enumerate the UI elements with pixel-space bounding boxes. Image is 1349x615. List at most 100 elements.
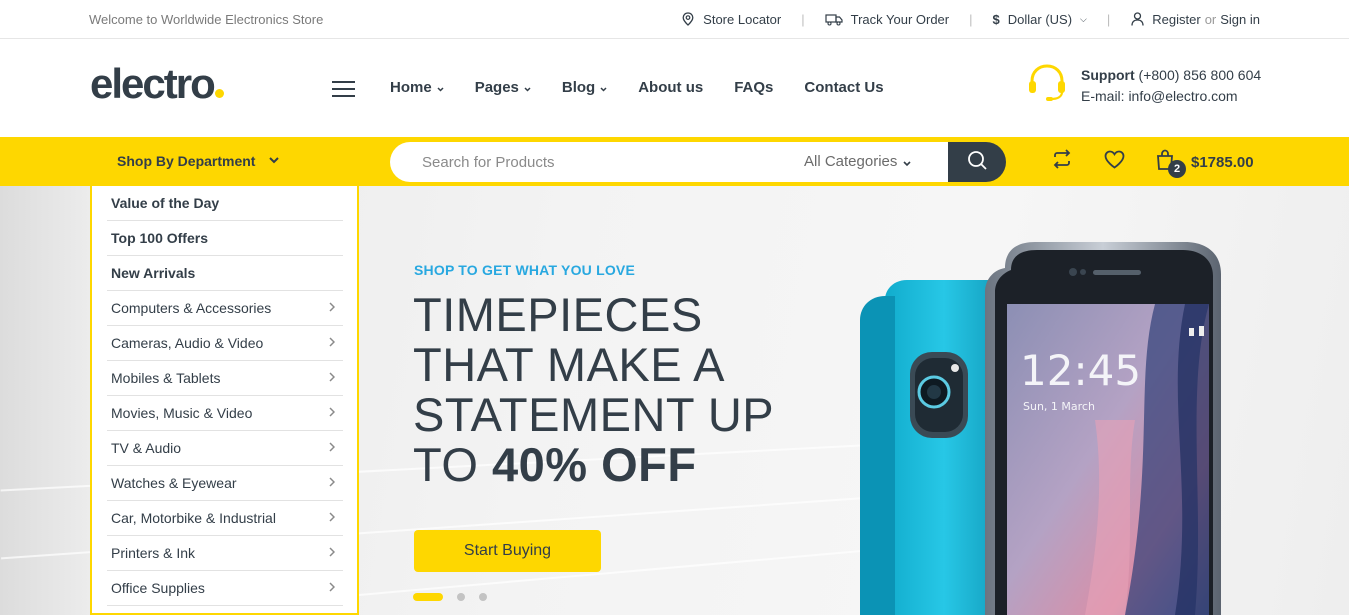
hero-background-wall (0, 186, 90, 615)
currency-dropdown[interactable]: $ Dollar (US) ⌵ (993, 12, 1087, 27)
nav-label: FAQs (734, 79, 774, 96)
chevron-down-icon (269, 156, 280, 167)
logo[interactable]: electro (90, 63, 224, 105)
sidebar-item-label: Value of the Day (111, 195, 220, 211)
main-nav: Home Pages Blog About us FAQs Contact Us (390, 79, 915, 96)
hero-kicker: SHOP TO GET WHAT YOU LOVE (414, 262, 635, 278)
nav-label: Blog (561, 79, 596, 96)
heart-icon[interactable] (1104, 150, 1125, 169)
hero-line-1: TIMEPIECES (413, 288, 703, 341)
chevron-right-icon (329, 406, 336, 420)
cart-total: $1785.00 (1191, 154, 1254, 171)
slider-dot[interactable] (413, 593, 443, 601)
chevron-right-icon (329, 441, 336, 455)
start-buying-button[interactable]: Start Buying (414, 530, 601, 572)
hero-line-3: STATEMENT UP (413, 388, 775, 441)
sidebar-item-office-supplies[interactable]: Office Supplies (107, 571, 343, 606)
sidebar-item-label: Watches & Eyewear (111, 475, 237, 491)
sidebar-item-computers-accessories[interactable]: Computers & Accessories (107, 291, 343, 326)
nav-label: Home (390, 79, 432, 96)
hamburger-menu-icon[interactable] (332, 81, 355, 97)
search-button[interactable] (948, 142, 1006, 182)
slider-dot[interactable] (479, 593, 487, 601)
sidebar-item-top-100-offers[interactable]: Top 100 Offers (107, 221, 343, 256)
store-locator-link[interactable]: Store Locator (681, 12, 781, 27)
nav-item-contact-us[interactable]: Contact Us (804, 79, 883, 96)
support-block: Support (+800) 856 800 604 E-mail: info@… (1026, 63, 1261, 108)
nav-item-home[interactable]: Home (390, 79, 444, 96)
nav-item-faqs[interactable]: FAQs (734, 79, 773, 96)
sidebar-item-label: New Arrivals (111, 265, 196, 281)
headset-icon (1026, 63, 1068, 108)
track-order-label: Track Your Order (850, 11, 950, 27)
chevron-right-icon (329, 336, 336, 350)
nav-item-blog[interactable]: Blog (562, 79, 607, 96)
divider: | (1106, 11, 1111, 27)
cart-button[interactable]: 2 $1785.00 (1156, 149, 1254, 178)
register-link[interactable]: Register (1152, 12, 1200, 27)
sidebar-item-watches-eyewear[interactable]: Watches & Eyewear (107, 466, 343, 501)
sidebar-item-new-arrivals[interactable]: New Arrivals (107, 256, 343, 291)
search-icon (967, 150, 987, 175)
nav-item-about-us[interactable]: About us (638, 79, 703, 96)
department-search-bar: Shop By Department All Categories (0, 137, 1349, 186)
sidebar-item-label: Car, Motorbike & Industrial (111, 510, 276, 526)
phone-clock: 12:45 (1020, 346, 1141, 395)
shop-by-department-button[interactable]: Shop By Department (117, 153, 280, 169)
logo-dot (214, 89, 224, 98)
shop-by-department-label: Shop By Department (117, 153, 256, 169)
map-pin-icon (681, 12, 695, 26)
sidebar-item-label: Computers & Accessories (111, 300, 272, 316)
sidebar-item-car-motorbike-industrial[interactable]: Car, Motorbike & Industrial (107, 501, 343, 536)
support-label: Support (1081, 66, 1135, 83)
sidebar-item-label: Office Supplies (111, 580, 205, 596)
chevron-right-icon (329, 581, 336, 595)
hero-discount: 40% OFF (491, 438, 697, 491)
chevron-down-icon (524, 84, 531, 94)
category-select[interactable]: All Categories (804, 153, 911, 170)
nav-label: Contact Us (804, 79, 884, 96)
sidebar-item-printers-ink[interactable]: Printers & Ink (107, 536, 343, 571)
department-sidebar: Value of the Day Top 100 Offers New Arriva… (90, 186, 359, 615)
hero-headline: TIMEPIECES THAT MAKE A STATEMENT UP TO 4… (413, 290, 774, 490)
chevron-down-icon (437, 84, 444, 94)
header-icons (1052, 149, 1125, 169)
phone-date: Sun, 1 March (1023, 400, 1095, 413)
nav-item-pages[interactable]: Pages (475, 79, 531, 96)
account-links: Register or Sign in (1130, 12, 1260, 27)
sidebar-item-label: TV & Audio (111, 440, 182, 456)
top-bar: Welcome to Worldwide Electronics Store S… (0, 0, 1349, 39)
user-icon (1130, 12, 1144, 26)
welcome-text: Welcome to Worldwide Electronics Store (89, 12, 324, 27)
divider: | (801, 11, 805, 27)
sidebar-item-mobiles-tablets[interactable]: Mobiles & Tablets (107, 361, 343, 396)
divider: | (969, 11, 973, 27)
chevron-right-icon (329, 546, 336, 560)
sidebar-item-tv-audio[interactable]: TV & Audio (107, 431, 343, 466)
cart-count-badge: 2 (1168, 160, 1186, 178)
store-locator-label: Store Locator (703, 11, 782, 27)
compare-icon[interactable] (1052, 149, 1072, 169)
nav-label: About us (638, 79, 704, 96)
truck-icon (825, 12, 843, 26)
currency-label: Dollar (US) (1007, 11, 1073, 27)
slider-dot[interactable] (457, 593, 465, 601)
sidebar-item-value-of-the-day[interactable]: Value of the Day (107, 186, 343, 221)
search-form: All Categories (390, 142, 1006, 182)
top-links: Store Locator | Track Your Order | $ Dol… (681, 0, 1260, 38)
smartphones-image: 12:45 Sun, 1 March (855, 240, 1235, 615)
sign-in-link[interactable]: Sign in (1220, 12, 1260, 27)
support-phone: (+800) 856 800 604 (1138, 66, 1262, 83)
sidebar-item-cameras-audio-video[interactable]: Cameras, Audio & Video (107, 326, 343, 361)
sidebar-item-label: Printers & Ink (111, 545, 196, 561)
sidebar-item-label: Top 100 Offers (111, 230, 208, 246)
sidebar-item-label: Cameras, Audio & Video (111, 335, 264, 351)
chevron-down-icon (600, 84, 607, 94)
hero-line-2: THAT MAKE A (413, 338, 725, 391)
track-order-link[interactable]: Track Your Order (825, 11, 950, 27)
dollar-icon: $ (992, 11, 1000, 27)
chevron-down-icon (903, 159, 911, 169)
nav-label: Pages (474, 79, 519, 96)
sidebar-item-movies-music-video[interactable]: Movies, Music & Video (107, 396, 343, 431)
chevron-right-icon (329, 476, 336, 490)
